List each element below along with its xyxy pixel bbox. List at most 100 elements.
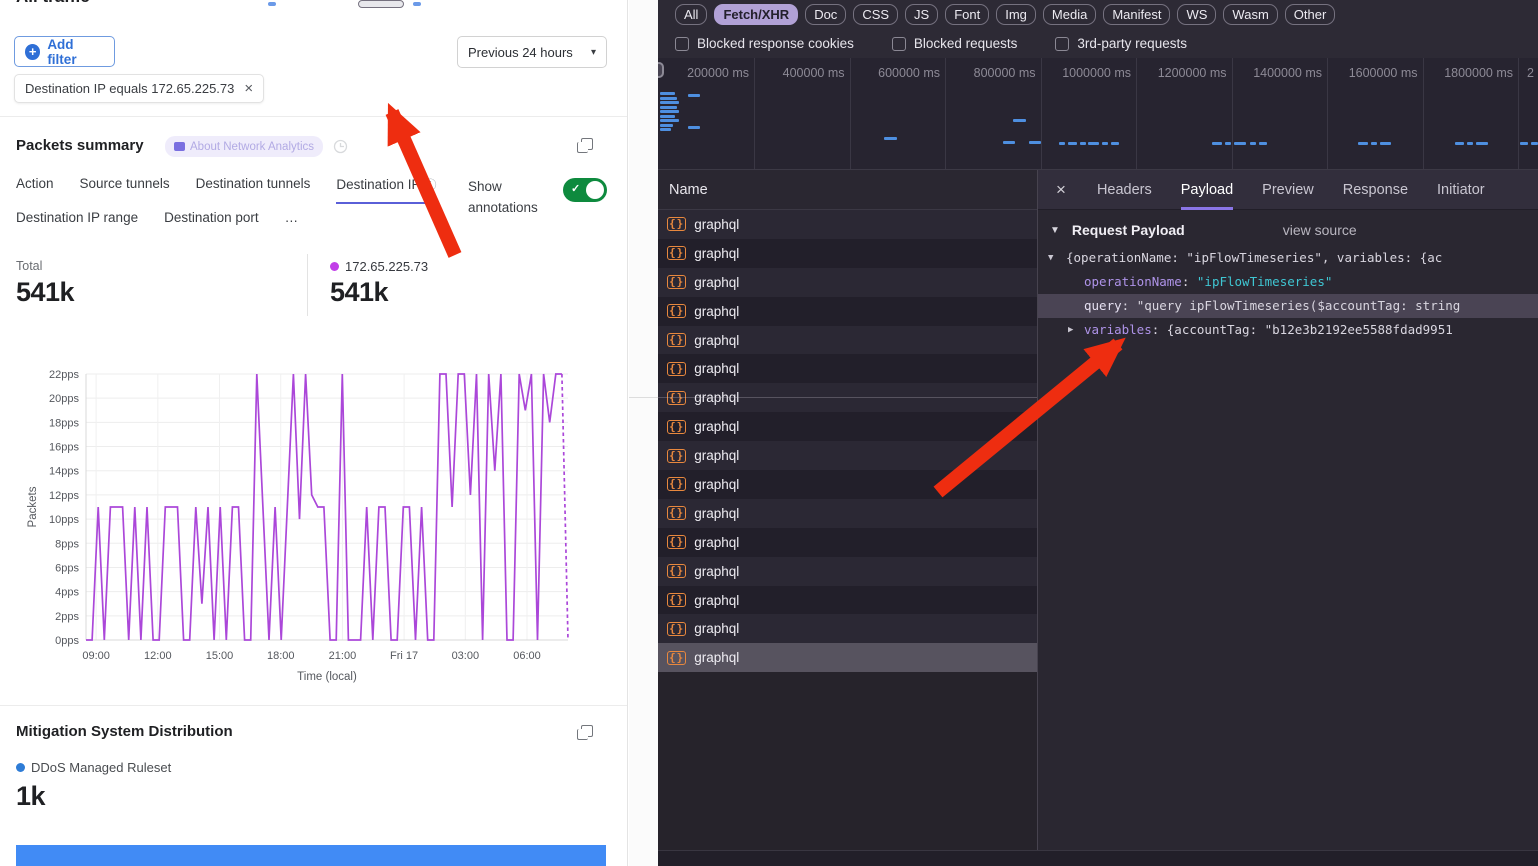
payload-segment-key: variables bbox=[1084, 322, 1152, 337]
request-row-graphql[interactable]: {}graphql bbox=[658, 354, 1037, 383]
packets-summary-title: Packets summary bbox=[16, 137, 144, 154]
request-name: graphql bbox=[694, 448, 739, 463]
chevron-down-icon[interactable]: ▼ bbox=[1050, 225, 1060, 236]
close-icon[interactable]: × bbox=[244, 80, 253, 97]
timeline-drag-handle[interactable] bbox=[658, 62, 664, 78]
checkbox-icon[interactable] bbox=[1055, 37, 1069, 51]
payload-segment-keylight: query bbox=[1084, 298, 1122, 313]
filter-pill-fetch-xhr[interactable]: Fetch/XHR bbox=[714, 4, 798, 25]
timeline-tick-label: 2 bbox=[1527, 66, 1534, 80]
filter-chip-text: Destination IP equals 172.65.225.73 bbox=[25, 81, 234, 96]
detail-tab-initiator[interactable]: Initiator bbox=[1437, 170, 1485, 210]
stat-label: 172.65.225.73 bbox=[330, 259, 428, 274]
filter-pill-font[interactable]: Font bbox=[945, 4, 989, 25]
mitigation-bar bbox=[16, 845, 606, 866]
request-row-graphql[interactable]: {}graphql bbox=[658, 441, 1037, 470]
payload-line[interactable]: operationName: "ipFlowTimeseries" bbox=[1038, 270, 1538, 294]
timeline-request-bar bbox=[1259, 142, 1267, 145]
payload-line[interactable]: query: "query ipFlowTimeseries($accountT… bbox=[1038, 294, 1538, 318]
timeline-tick-label: 1600000 ms bbox=[1349, 66, 1423, 80]
summary-tab-destination-tunnels[interactable]: Destination tunnels bbox=[196, 176, 311, 204]
toggle-knob bbox=[586, 181, 604, 199]
summary-tab-action[interactable]: Action bbox=[16, 176, 54, 204]
request-row-graphql[interactable]: {}graphql bbox=[658, 297, 1037, 326]
filter-pill-img[interactable]: Img bbox=[996, 4, 1036, 25]
timeline-tick-label: 1200000 ms bbox=[1158, 66, 1232, 80]
chevron-down-icon[interactable]: ▼ bbox=[1048, 246, 1053, 270]
timeline-request-bar bbox=[1080, 142, 1086, 145]
request-row-graphql[interactable]: {}graphql bbox=[658, 412, 1037, 441]
filter-pill-wasm[interactable]: Wasm bbox=[1223, 4, 1277, 25]
payload-line[interactable]: ▶variables: {accountTag: "b12e3b2192ee55… bbox=[1038, 318, 1538, 342]
timeline-request-bar bbox=[660, 124, 673, 127]
summary-tab-destination-port[interactable]: Destination port bbox=[164, 210, 259, 234]
filter-pill-doc[interactable]: Doc bbox=[805, 4, 846, 25]
detail-tab-response[interactable]: Response bbox=[1343, 170, 1408, 210]
request-detail-panel: × Headers Payload Preview Response Initiator… bbox=[1038, 170, 1538, 866]
filter-pill-other[interactable]: Other bbox=[1285, 4, 1336, 25]
summary-tab-destination-ip-range[interactable]: Destination IP range bbox=[16, 210, 138, 234]
timeline-request-bar bbox=[1059, 142, 1065, 145]
summary-tabs-overflow[interactable]: … bbox=[285, 210, 299, 234]
detail-tab-payload[interactable]: Payload bbox=[1181, 170, 1233, 210]
checkbox-blocked-response-cookies[interactable]: Blocked response cookies bbox=[675, 36, 854, 51]
network-overview-timeline[interactable]: 200000 ms400000 ms600000 ms800000 ms1000… bbox=[658, 58, 1538, 170]
detail-tab-preview[interactable]: Preview bbox=[1262, 170, 1314, 210]
checkbox-3rd-party-requests[interactable]: 3rd-party requests bbox=[1055, 36, 1187, 51]
payload-json-tree: ▼{operationName: "ipFlowTimeseries", var… bbox=[1038, 246, 1538, 342]
json-braces-icon: {} bbox=[667, 564, 686, 578]
filter-pill-media[interactable]: Media bbox=[1043, 4, 1096, 25]
close-icon[interactable]: × bbox=[1056, 180, 1066, 200]
request-checkbox-bar: Blocked response cookies Blocked requests… bbox=[658, 29, 1538, 58]
timeline-gridline bbox=[850, 58, 851, 170]
request-row-graphql[interactable]: {}graphql bbox=[658, 210, 1037, 239]
checkbox-blocked-requests[interactable]: Blocked requests bbox=[892, 36, 1018, 51]
chevron-down-icon: ▾ bbox=[591, 47, 596, 58]
request-row-graphql[interactable]: {}graphql bbox=[658, 239, 1037, 268]
json-braces-icon: {} bbox=[667, 333, 686, 347]
expand-card-icon[interactable] bbox=[581, 725, 593, 737]
time-range-dropdown[interactable]: Previous 24 hours ▾ bbox=[457, 36, 607, 68]
request-row-graphql[interactable]: {}graphql bbox=[658, 268, 1037, 297]
timeline-gridline bbox=[1518, 58, 1519, 170]
name-column-header[interactable]: Name bbox=[658, 170, 1037, 210]
view-source-link[interactable]: view source bbox=[1283, 222, 1357, 238]
filter-pill-js[interactable]: JS bbox=[905, 4, 938, 25]
timeline-gridline bbox=[1041, 58, 1042, 170]
json-braces-icon: {} bbox=[667, 217, 686, 231]
request-row-graphql[interactable]: {}graphql bbox=[658, 586, 1037, 615]
json-braces-icon: {} bbox=[667, 593, 686, 607]
show-annotations-toggle[interactable]: ✓ bbox=[563, 178, 607, 202]
series-dot bbox=[330, 262, 339, 271]
request-row-graphql[interactable]: {}graphql bbox=[658, 499, 1037, 528]
request-row-graphql[interactable]: {}graphql bbox=[658, 470, 1037, 499]
request-row-graphql[interactable]: {}graphql bbox=[658, 326, 1037, 355]
request-name: graphql bbox=[694, 275, 739, 290]
analytics-panel: All traffic + Add filter Previous 24 hou… bbox=[0, 0, 628, 866]
request-row-graphql[interactable]: {}graphql bbox=[658, 528, 1037, 557]
request-row-graphql[interactable]: {}graphql bbox=[658, 557, 1037, 586]
svg-text:Packets: Packets bbox=[27, 486, 39, 527]
about-network-analytics-badge[interactable]: About Network Analytics bbox=[165, 136, 323, 157]
clipped-toolbar-fragment bbox=[413, 2, 421, 6]
add-filter-button[interactable]: + Add filter bbox=[14, 36, 115, 67]
filter-pill-ws[interactable]: WS bbox=[1177, 4, 1216, 25]
svg-text:18pps: 18pps bbox=[49, 417, 79, 429]
filter-pill-css[interactable]: CSS bbox=[853, 4, 898, 25]
detail-tab-headers[interactable]: Headers bbox=[1097, 170, 1152, 210]
summary-tab-source-tunnels[interactable]: Source tunnels bbox=[80, 176, 170, 204]
filter-pill-manifest[interactable]: Manifest bbox=[1103, 4, 1170, 25]
request-row-graphql[interactable]: {}graphql bbox=[658, 643, 1037, 672]
checkbox-icon[interactable] bbox=[675, 37, 689, 51]
json-braces-icon: {} bbox=[667, 304, 686, 318]
expand-card-icon[interactable] bbox=[581, 138, 593, 150]
filter-chip[interactable]: Destination IP equals 172.65.225.73 × bbox=[14, 74, 264, 103]
checkbox-icon[interactable] bbox=[892, 37, 906, 51]
timeline-request-bar bbox=[660, 128, 671, 131]
filter-pill-all[interactable]: All bbox=[675, 4, 707, 25]
summary-tab-destination-ip[interactable]: Destination IPⓘ bbox=[336, 176, 436, 204]
chevron-right-icon[interactable]: ▶ bbox=[1068, 318, 1073, 342]
payload-line[interactable]: ▼{operationName: "ipFlowTimeseries", var… bbox=[1038, 246, 1538, 270]
timeline-request-bar bbox=[1380, 142, 1391, 145]
request-row-graphql[interactable]: {}graphql bbox=[658, 614, 1037, 643]
